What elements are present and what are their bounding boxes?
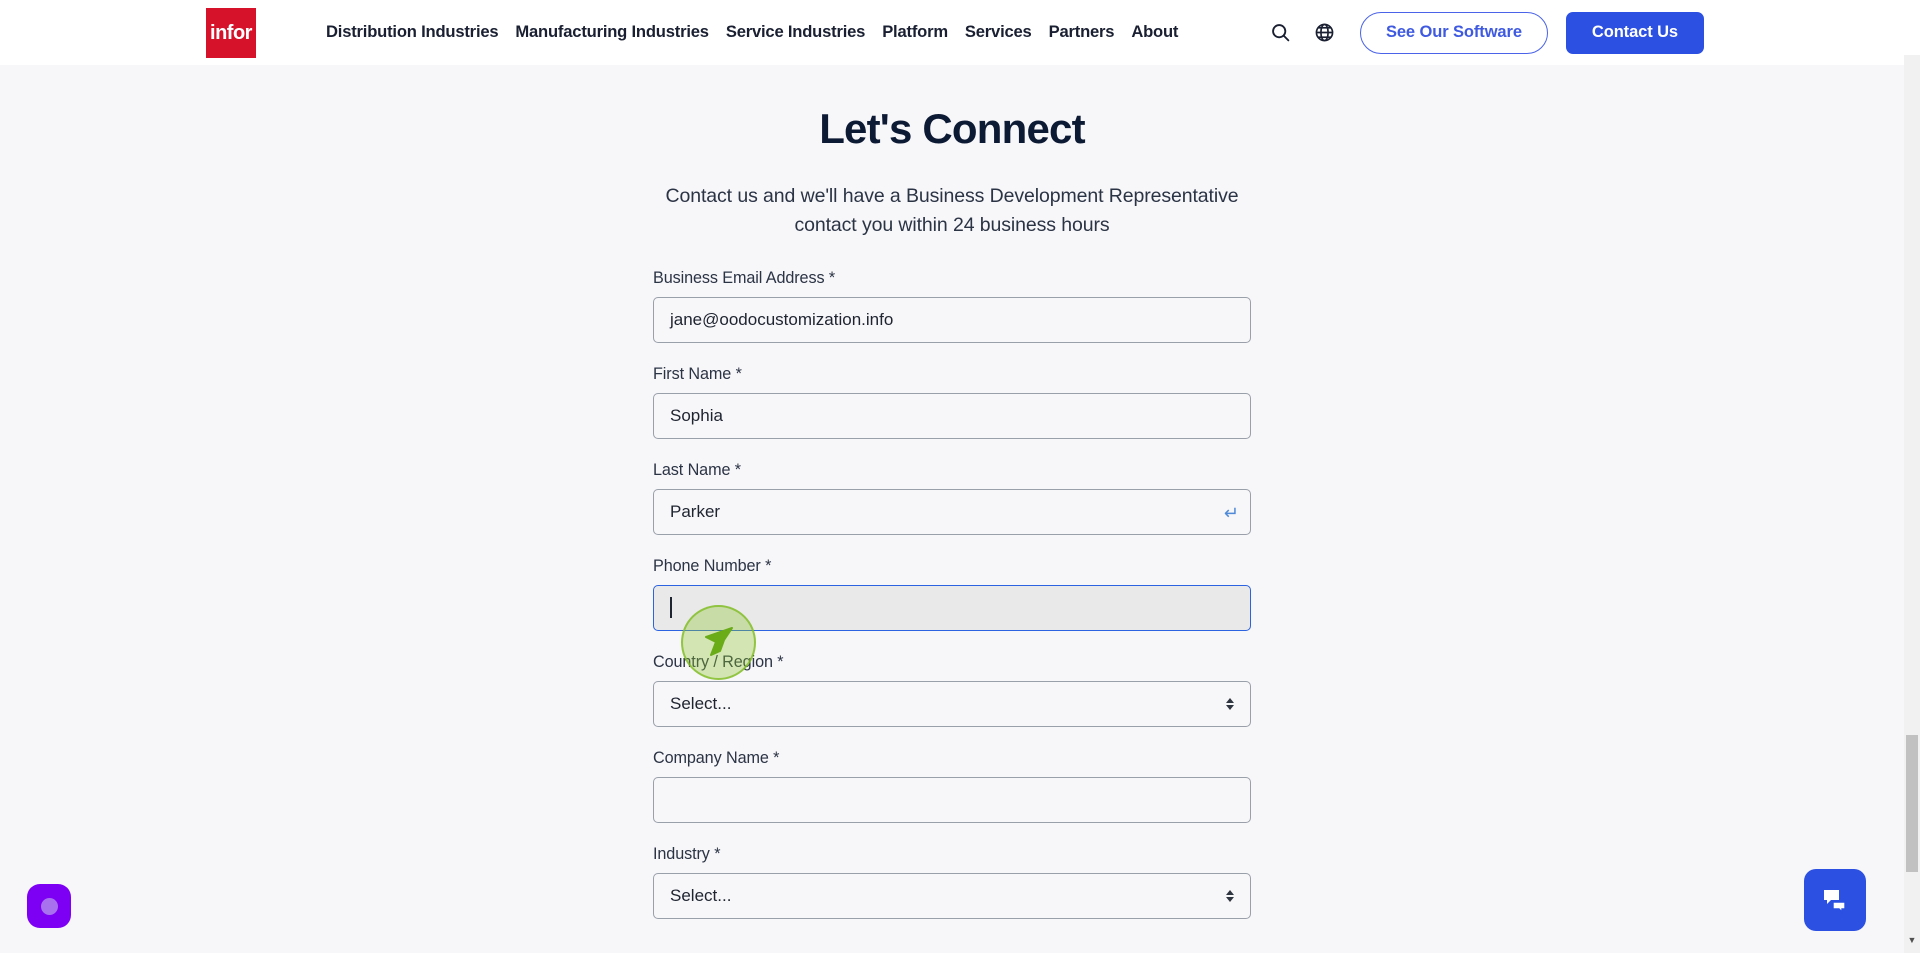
last-name-field[interactable]: Parker [653,488,1251,535]
label-country-region: Country / Region * [653,653,1251,672]
contact-form: Business Email Address * jane@oodocustom… [653,269,1251,919]
required-marker: * [777,652,784,671]
chat-bubbles-icon [1824,890,1846,914]
vertical-scrollbar[interactable]: ▼ [1904,0,1920,953]
label-text: First Name [653,364,732,383]
company-name-field[interactable] [653,776,1251,823]
accessibility-widget-button[interactable] [27,884,71,928]
label-text: Country / Region [653,652,773,671]
label-company-name: Company Name * [653,749,1251,768]
scroll-down-arrow-icon[interactable]: ▼ [1904,936,1920,945]
page-body: Let's Connect Contact us and we'll have … [0,65,1904,953]
field-country-region: Country / Region * Select... [653,653,1251,727]
stepper-arrows-icon [1226,889,1234,902]
field-company-name: Company Name * [653,749,1251,823]
label-text: Phone Number [653,556,761,575]
label-industry: Industry * [653,845,1251,864]
field-last-name: Last Name * Parker ↵ [653,461,1251,535]
infor-logo[interactable]: infor [206,7,256,58]
country-region-value: Select... [670,693,732,713]
label-text: Company Name [653,748,769,767]
search-icon[interactable] [1264,16,1298,50]
nav-item-service-industries[interactable]: Service Industries [726,24,866,41]
globe-icon[interactable] [1308,16,1342,50]
chat-widget-button[interactable] [1804,869,1866,931]
business-email-field[interactable]: jane@oodocustomization.info [653,296,1251,343]
nav-item-manufacturing-industries[interactable]: Manufacturing Industries [515,24,709,41]
industry-value: Select... [670,885,732,905]
nav-item-partners[interactable]: Partners [1049,24,1115,41]
site-header: infor Distribution Industries Manufactur… [0,0,1904,65]
page-title: Let's Connect [819,105,1085,152]
main-navigation: Distribution Industries Manufacturing In… [326,24,1178,41]
label-phone-number: Phone Number * [653,557,1251,576]
required-marker: * [828,268,836,287]
label-text: Last Name [653,460,731,479]
industry-select[interactable]: Select... [653,872,1251,919]
form-container: Let's Connect Contact us and we'll have … [653,65,1251,919]
label-business-email: Business Email Address * [653,269,1251,288]
required-marker: * [735,364,742,383]
country-region-select[interactable]: Select... [653,680,1251,727]
label-text: Business Email Address [653,268,825,287]
header-actions: See Our Software Contact Us [1264,0,1704,65]
label-text: Industry [653,844,710,863]
field-phone-number: Phone Number * [653,557,1251,631]
label-first-name: First Name * [653,365,1251,384]
page-subtitle: Contact us and we'll have a Business Dev… [665,185,1239,236]
text-caret [670,597,672,619]
see-our-software-button[interactable]: See Our Software [1359,11,1548,54]
field-business-email: Business Email Address * jane@oodocustom… [653,269,1251,343]
label-last-name: Last Name * [653,461,1251,480]
nav-item-about[interactable]: About [1131,24,1178,41]
nav-item-services[interactable]: Services [965,24,1032,41]
required-marker: * [734,460,741,479]
contact-us-button[interactable]: Contact Us [1565,11,1704,54]
header-scrollbar-mask [1904,0,1920,55]
required-marker: * [765,556,772,575]
scrollbar-thumb[interactable] [1906,735,1918,872]
phone-number-field[interactable] [653,584,1251,631]
field-industry: Industry * Select... [653,845,1251,919]
required-marker: * [714,844,721,863]
nav-item-distribution-industries[interactable]: Distribution Industries [326,24,499,41]
field-first-name: First Name * Sophia [653,365,1251,439]
first-name-field[interactable]: Sophia [653,392,1251,439]
stepper-arrows-icon [1226,697,1234,710]
infor-logo-text: infor [210,21,252,44]
nav-item-platform[interactable]: Platform [882,24,948,41]
required-marker: * [773,748,780,767]
accessibility-dot-icon [40,897,58,915]
